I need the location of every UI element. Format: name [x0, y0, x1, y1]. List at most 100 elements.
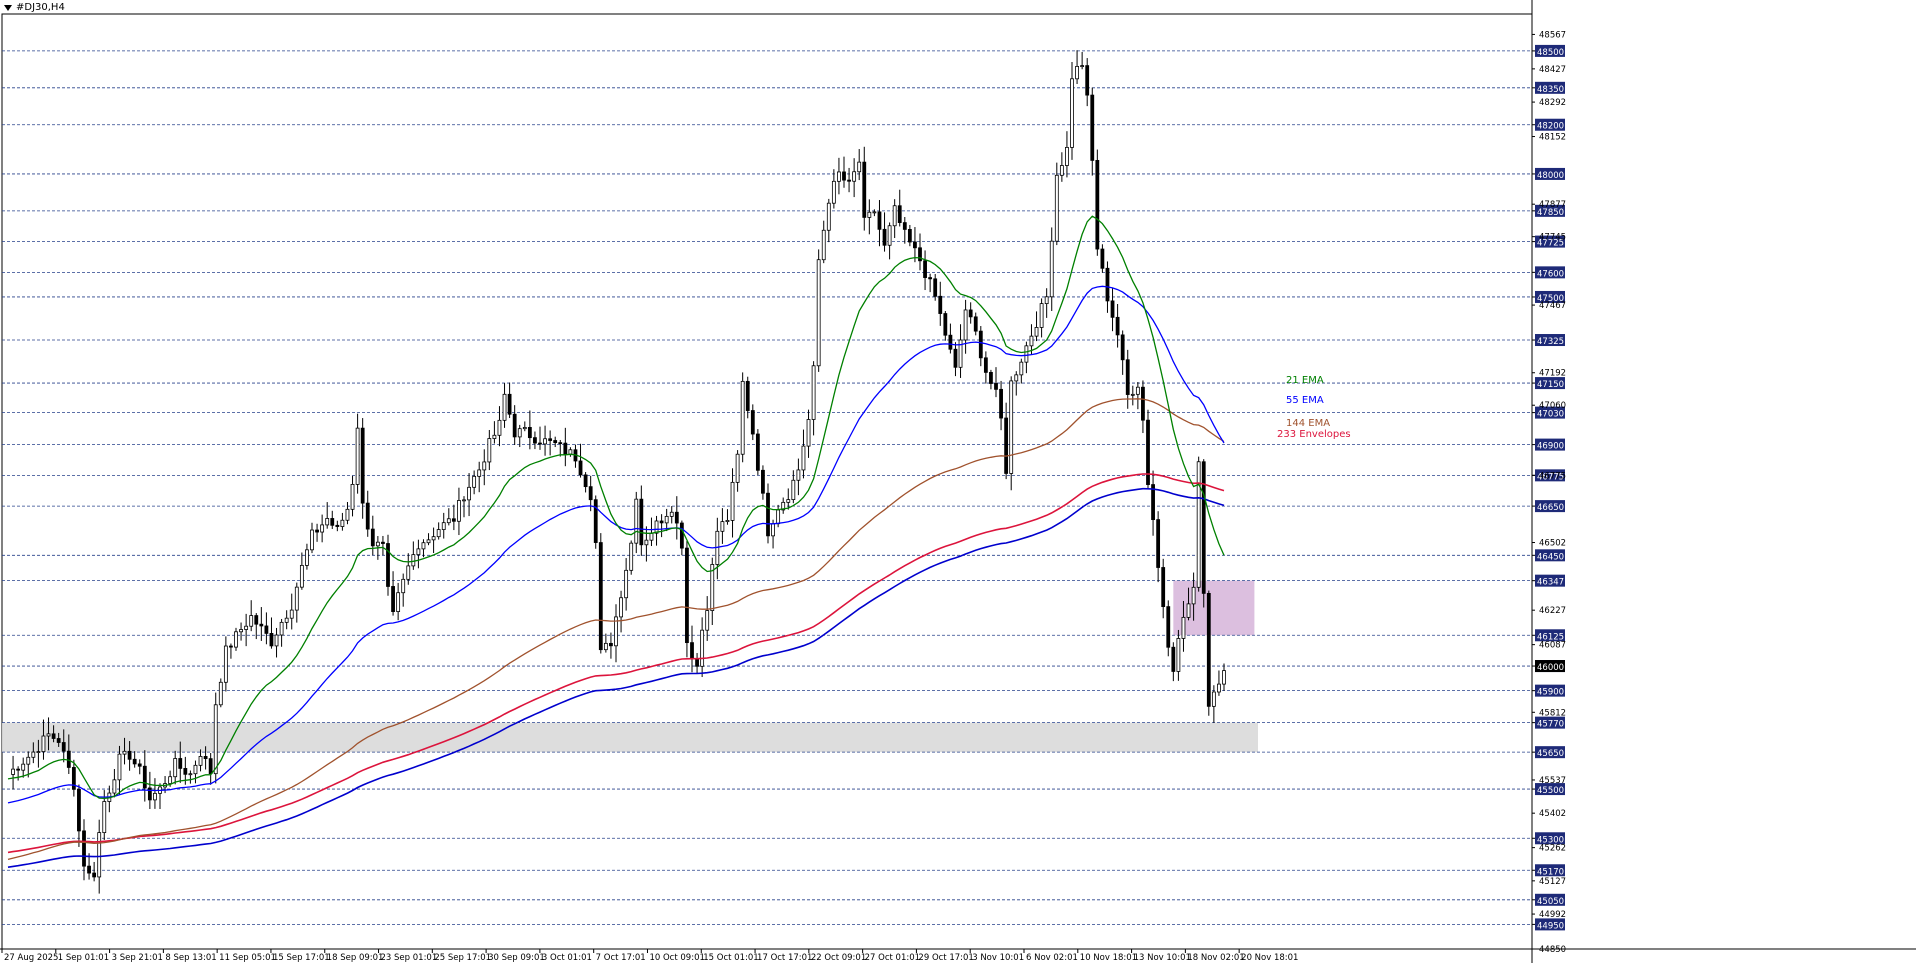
time-axis-label: 6 Nov 02:01 [1026, 953, 1078, 963]
price-axis-label: 45262 [1539, 844, 1566, 854]
candle-body [294, 586, 299, 611]
candle-body [142, 765, 147, 789]
candle-body [299, 564, 304, 588]
candle-body [112, 779, 117, 794]
candle-body [755, 433, 760, 471]
chart-area[interactable]: 48500 48350 48200 48000 47850 47725 47600 47500… [0, 0, 1916, 963]
price-axis-label: 48567 [1539, 30, 1566, 40]
candle-body [1156, 519, 1161, 568]
candle-body [994, 383, 998, 390]
candle-body [1004, 417, 1009, 474]
resistance-zone [1173, 580, 1255, 636]
candle-body [553, 440, 558, 444]
price-axis-label: 48427 [1539, 65, 1566, 75]
candle-body [842, 171, 846, 181]
candle-body [117, 753, 122, 781]
candle-body [41, 735, 46, 753]
candle-body [1125, 359, 1130, 395]
candle-body [811, 365, 816, 420]
price-level-label: 44950 [1537, 921, 1564, 931]
candle-body [1044, 296, 1049, 305]
time-axis-label: 13 Nov 10:01 [1134, 953, 1191, 963]
time-axis-label: 10 Nov 18:01 [1080, 953, 1137, 963]
candle-body [421, 542, 426, 550]
candle-body [92, 872, 97, 878]
candle-body [406, 565, 411, 580]
candle-body [685, 547, 689, 644]
price-level-label: 48350 [1537, 85, 1564, 95]
price-axis-label: 47192 [1539, 369, 1566, 379]
candle-body [477, 469, 482, 477]
candle-body [441, 522, 446, 530]
candle-body [649, 532, 654, 541]
candle-body [330, 518, 335, 526]
candle-body [938, 295, 943, 314]
price-axis-label: 48292 [1539, 98, 1566, 108]
candle-body [852, 171, 857, 182]
candle-body [720, 521, 725, 532]
price-axis-label: 48152 [1539, 133, 1566, 143]
candle-body [1090, 94, 1095, 161]
candle-body [593, 499, 598, 543]
candle-body [674, 511, 679, 524]
candle-body [102, 801, 107, 834]
candle-body [1217, 683, 1221, 693]
symbol-header[interactable]: #DJ30,H4 [4, 2, 65, 13]
candle-body [82, 830, 86, 867]
candle-body [644, 539, 649, 546]
support-zone [2, 722, 1258, 753]
candle-body [1171, 646, 1176, 672]
price-axis-label: 47877 [1539, 200, 1566, 210]
price-axis-label: 46775 [1539, 471, 1566, 481]
candle-body [1105, 267, 1110, 302]
candle-body [274, 634, 279, 647]
time-axis-label: 27 Oct 01:01 [865, 953, 920, 963]
candle-body [507, 393, 512, 415]
candle-body [1019, 361, 1024, 376]
time-axis-label: 20 Nov 18:01 [1241, 953, 1298, 963]
candle-body [603, 642, 608, 651]
candle-body [350, 484, 355, 510]
candle-body [127, 750, 132, 760]
candle-body [31, 751, 36, 758]
candle-body [203, 756, 208, 760]
candle-body [1146, 419, 1150, 485]
candle-body [462, 499, 466, 502]
price-level-label: 48500 [1537, 48, 1564, 58]
time-axis-label: 25 Sep 17:01 [434, 953, 491, 963]
candle-body [208, 758, 213, 775]
candle-body [234, 631, 238, 648]
price-level-label: 45500 [1537, 786, 1564, 796]
candle-body [1100, 248, 1105, 269]
time-axis-label: 15 Oct 01:01 [703, 953, 758, 963]
candle-body [882, 228, 887, 246]
candle-body [558, 442, 563, 445]
dropdown-triangle-icon[interactable] [4, 4, 12, 11]
candle-body [907, 229, 912, 243]
candle-body [1110, 300, 1115, 318]
price-chart[interactable]: 4850048350482004800047850477254760047500… [0, 0, 1916, 963]
candle-body [1039, 303, 1044, 328]
candle-body [948, 334, 953, 350]
candle-body [978, 330, 983, 359]
candle-body [862, 161, 867, 218]
candle-body [467, 486, 471, 501]
candle-body [391, 586, 395, 612]
candle-body [928, 277, 933, 280]
candle-body [609, 642, 613, 647]
candle-body [522, 427, 527, 430]
candle-body [1176, 638, 1181, 672]
candle-body [1054, 174, 1059, 242]
time-axis-label: 18 Sep 09:01 [327, 953, 384, 963]
candle-body [776, 509, 781, 525]
candle-body [56, 738, 61, 743]
time-axis-label: 17 Oct 17:01 [757, 953, 812, 963]
price-level-label: 45050 [1537, 897, 1564, 907]
candle-body [11, 768, 15, 775]
price-level-label: 47325 [1537, 337, 1564, 347]
candle-body [360, 427, 365, 504]
candle-body [122, 750, 127, 755]
candle-body [989, 371, 993, 384]
candle-body [1075, 66, 1079, 80]
candle-body [370, 528, 375, 547]
